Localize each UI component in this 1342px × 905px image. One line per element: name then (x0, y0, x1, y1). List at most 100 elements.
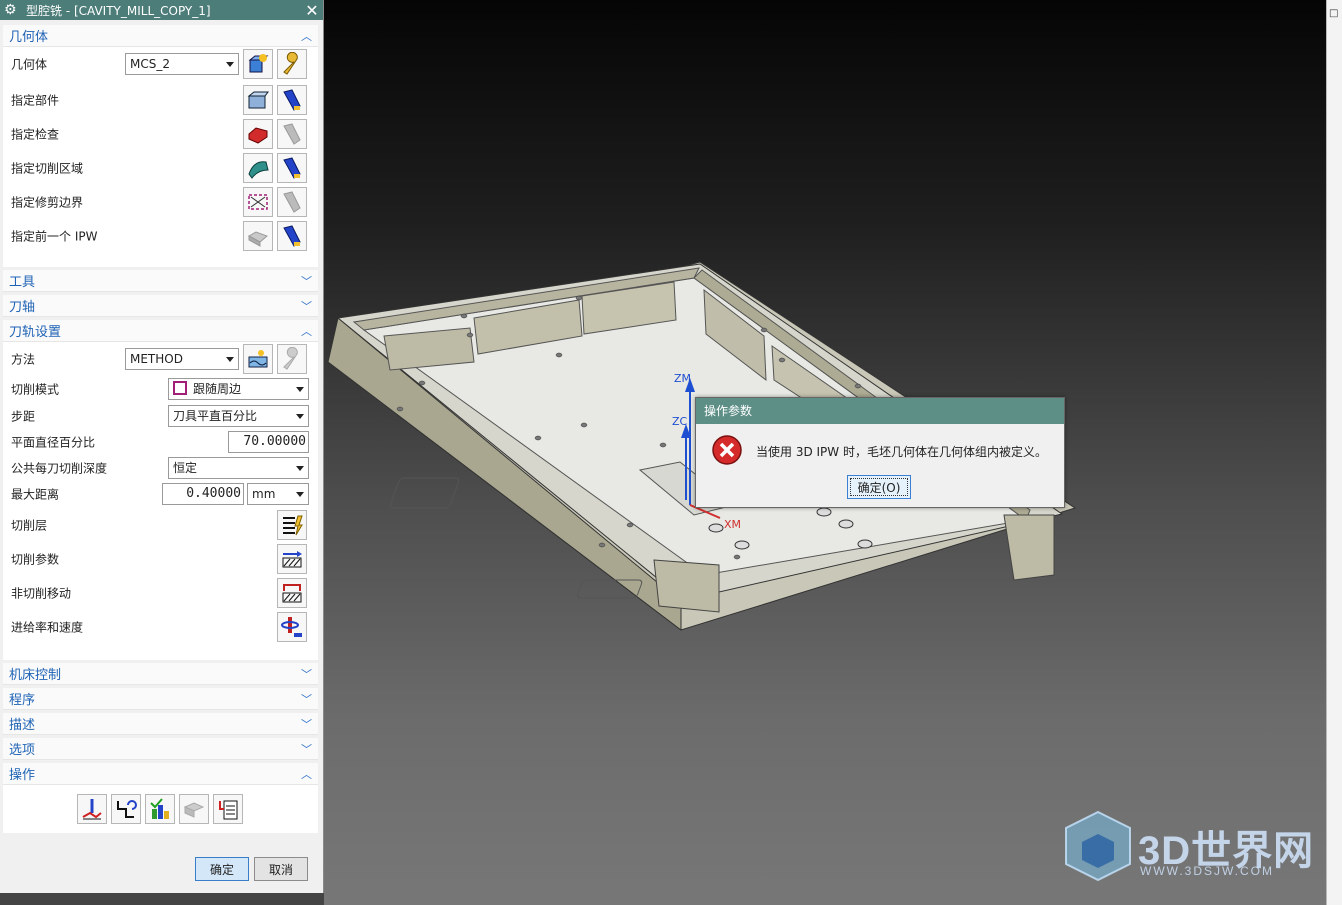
resource-bar[interactable]: □ (1326, 0, 1342, 905)
section-header-actions[interactable]: 操作 ︿ (3, 763, 318, 785)
close-icon[interactable]: ✕ (301, 1, 323, 20)
section-header-machine-control[interactable]: 机床控制 ﹀ (3, 663, 318, 685)
non-cutting-moves-label: 非切削移动 (11, 586, 72, 601)
new-geometry-button[interactable] (243, 49, 273, 79)
specify-check-button[interactable] (243, 119, 273, 149)
specify-part-button[interactable] (243, 85, 273, 115)
geometry-select[interactable]: MCS_2 (125, 53, 239, 75)
window-icon[interactable]: □ (1329, 8, 1338, 19)
generate-icon (82, 799, 102, 820)
feeds-speeds-icon (281, 617, 302, 637)
new-method-button[interactable] (243, 344, 273, 374)
display-ipw-button[interactable] (277, 221, 307, 251)
verify-button[interactable] (145, 794, 175, 824)
edit-method-button (277, 344, 307, 374)
specify-part-label: 指定部件 (11, 93, 60, 108)
cancel-button[interactable]: 取消 (254, 857, 308, 881)
message-ok-button[interactable]: 确定(O) (847, 475, 911, 499)
section-description: 描述 ﹀ (3, 713, 318, 735)
new-method-icon (248, 350, 268, 368)
specify-ipw-button (243, 221, 273, 251)
section-options: 选项 ﹀ (3, 738, 318, 760)
section-header-tool-axis[interactable]: 刀轴 ﹀ (3, 295, 318, 317)
cut-levels-button[interactable] (277, 510, 307, 540)
list-toolpath-button[interactable] (213, 794, 243, 824)
section-header-tools[interactable]: 工具 ﹀ (3, 270, 318, 292)
feeds-speeds-label: 进给率和速度 (11, 620, 84, 635)
display-cut-area-button[interactable] (277, 153, 307, 183)
chevron-down-icon: ﹀ (301, 717, 312, 731)
method-label: 方法 (11, 352, 36, 367)
error-icon (712, 435, 742, 465)
chevron-down-icon: ﹀ (301, 692, 312, 706)
display-trim-button (277, 187, 307, 217)
method-select[interactable]: METHOD (125, 348, 239, 370)
specify-check-label: 指定检查 (11, 127, 60, 142)
depth-per-cut-label: 公共每刀切削深度 (11, 461, 108, 476)
section-path-settings: 刀轨设置 ︿ 方法 METHOD 切削模式 跟随周边 步距 刀具平直百分比 平面… (3, 320, 318, 660)
display-check-button (277, 119, 307, 149)
non-cutting-moves-icon (282, 584, 302, 603)
ok-button[interactable]: 确定 (195, 857, 249, 881)
section-header-path-settings[interactable]: 刀轨设置 ︿ (3, 320, 318, 342)
flashlight-icon (283, 89, 301, 111)
cut-levels-icon (283, 515, 303, 536)
list-toolpath-icon (219, 800, 238, 820)
dialog-titlebar[interactable]: ⚙ 型腔铣 - [CAVITY_MILL_COPY_1] ✕ (0, 0, 323, 20)
section-header-program[interactable]: 程序 ﹀ (3, 688, 318, 710)
section-tools: 工具 ﹀ (3, 270, 318, 292)
depth-per-cut-select[interactable]: 恒定 (168, 457, 309, 479)
chevron-up-icon: ︿ (301, 324, 312, 338)
feeds-speeds-button[interactable] (277, 612, 307, 642)
section-tool-axis: 刀轴 ﹀ (3, 295, 318, 317)
edit-geometry-button[interactable] (277, 49, 307, 79)
section-header-options[interactable]: 选项 ﹀ (3, 738, 318, 760)
cut-mode-label: 切削模式 (11, 382, 60, 397)
flat-diameter-pct-label: 平面直径百分比 (11, 435, 96, 450)
display-part-button[interactable] (277, 85, 307, 115)
specify-cut-area-button[interactable] (243, 153, 273, 183)
flat-diameter-pct-input[interactable]: 70.00000 (228, 431, 309, 453)
chevron-down-icon: ﹀ (301, 274, 312, 288)
chevron-up-icon: ︿ (301, 29, 312, 43)
generate-button[interactable] (77, 794, 107, 824)
ipw-icon (247, 231, 268, 247)
follow-periphery-icon (173, 381, 187, 395)
specify-trim-button[interactable] (243, 187, 273, 217)
dialog-title: 型腔铣 - [CAVITY_MILL_COPY_1] (26, 3, 211, 18)
section-geometry: 几何体 ︿ 几何体 MCS_2 指定部件 指定检查 指定切削区域 指定修剪边界 … (3, 25, 318, 267)
flashlight-disabled-icon (283, 123, 301, 145)
max-distance-input[interactable]: 0.40000 (162, 483, 244, 505)
replay-icon (117, 800, 137, 818)
chevron-down-icon: ﹀ (301, 299, 312, 313)
flashlight-disabled-icon (283, 191, 301, 213)
cut-levels-label: 切削层 (11, 518, 48, 533)
watermark-url: WWW.3DSJW.COM (1140, 864, 1274, 878)
zm-label: ZM (674, 372, 691, 385)
cut-params-button[interactable] (277, 544, 307, 574)
max-distance-label: 最大距离 (11, 487, 60, 502)
message-title[interactable]: 操作参数 (696, 398, 1064, 424)
chevron-up-icon: ︿ (301, 767, 312, 781)
cut-params-icon (282, 551, 302, 568)
specify-trim-label: 指定修剪边界 (11, 195, 84, 210)
replay-button[interactable] (111, 794, 141, 824)
cut-mode-select[interactable]: 跟随周边 (168, 378, 309, 400)
chevron-down-icon: ﹀ (301, 742, 312, 756)
non-cutting-moves-button[interactable] (277, 578, 307, 608)
section-header-geometry[interactable]: 几何体 ︿ (3, 25, 318, 47)
gear-icon[interactable]: ⚙ (4, 3, 18, 17)
max-distance-unit-select[interactable]: mm (247, 483, 309, 505)
check-geometry-icon (248, 127, 268, 144)
stepover-select[interactable]: 刀具平直百分比 (168, 405, 309, 427)
xm-label: XM (724, 518, 741, 531)
part-icon (247, 91, 269, 109)
stepover-label: 步距 (11, 409, 36, 424)
section-header-description[interactable]: 描述 ﹀ (3, 713, 318, 735)
simulate-button (179, 794, 209, 824)
cube-logo-icon (1065, 810, 1131, 882)
flashlight-icon (283, 225, 301, 247)
message-text: 当使用 3D IPW 时，毛坯几何体在几何体组内被定义。 (756, 445, 1047, 459)
section-actions: 操作 ︿ (3, 763, 318, 833)
new-geometry-icon (248, 54, 269, 73)
